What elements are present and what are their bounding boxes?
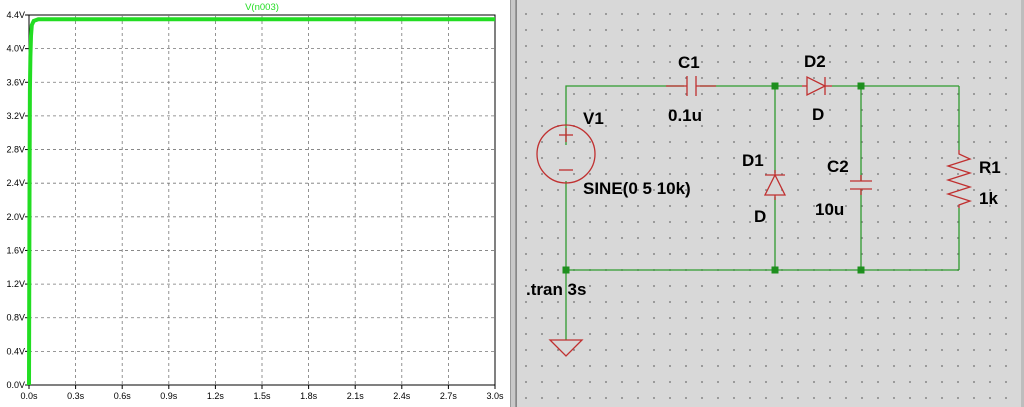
r1-name-label[interactable]: R1 xyxy=(979,158,1001,177)
x-tick-label: 0.6s xyxy=(114,391,132,401)
x-tick-label: 2.4s xyxy=(393,391,411,401)
y-tick-label: 1.6V xyxy=(6,245,25,255)
d2-value-label[interactable]: D xyxy=(812,105,824,124)
c1-value-label[interactable]: 0.1u xyxy=(668,106,702,125)
junction-dot xyxy=(771,82,779,90)
y-tick-label: 2.4V xyxy=(6,178,25,188)
x-tick-label: 2.7s xyxy=(440,391,458,401)
y-tick-label: 4.0V xyxy=(6,44,25,54)
y-tick-label: 2.8V xyxy=(6,145,25,155)
c1-capacitor-symbol[interactable] xyxy=(666,76,716,96)
y-tick-label: 2.0V xyxy=(6,212,25,222)
y-tick-label: 1.2V xyxy=(6,279,25,289)
x-tick-label: 1.8s xyxy=(300,391,318,401)
v1-source-symbol[interactable] xyxy=(536,124,596,184)
d2-diode-symbol[interactable] xyxy=(802,75,832,97)
v1-value-label[interactable]: SINE(0 5 10k) xyxy=(583,179,691,198)
x-tick-label: 0.9s xyxy=(160,391,178,401)
x-tick-label: 1.5s xyxy=(253,391,271,401)
junction-dot xyxy=(857,266,865,274)
y-axis-ticks: 0.0V 0.4V 0.8V 1.2V 1.6V 2.0V 2.4V 2.8V 3.2V 3.6V… xyxy=(6,10,29,390)
junction-dot xyxy=(771,266,779,274)
schematic-editor[interactable]: V1 SINE(0 5 10k) C1 0.1u D2 D D1 D C2 10… xyxy=(516,0,1024,407)
y-tick-label: 0.8V xyxy=(6,313,25,323)
junction-dot xyxy=(857,82,865,90)
x-tick-label: 0.0s xyxy=(20,391,38,401)
y-tick-label: 3.2V xyxy=(6,111,25,121)
c1-name-label[interactable]: C1 xyxy=(678,53,700,72)
d1-diode-symbol[interactable] xyxy=(763,170,787,200)
x-axis-ticks: 0.0s 0.3s 0.6s 0.9s 1.2s 1.5s 1.8s 2.1s 2.4s 2.7s… xyxy=(20,385,504,401)
d1-name-label[interactable]: D1 xyxy=(742,151,764,170)
c2-value-label[interactable]: 10u xyxy=(815,200,844,219)
v1-name-label[interactable]: V1 xyxy=(583,109,604,128)
y-tick-label: 0.4V xyxy=(6,346,25,356)
x-tick-label: 3.0s xyxy=(486,391,504,401)
r1-value-label[interactable]: 1k xyxy=(979,189,998,208)
waveform-viewer[interactable]: V(n003) 0.0V 0.4V 0.8V 1.2V 1.6V 2.0V 2.4V 2.8V… xyxy=(0,0,512,407)
ground-symbol[interactable] xyxy=(548,339,584,357)
c2-name-label[interactable]: C2 xyxy=(827,157,849,176)
x-tick-label: 0.3s xyxy=(67,391,85,401)
d1-value-label[interactable]: D xyxy=(754,207,766,226)
y-tick-label: 3.6V xyxy=(6,77,25,87)
y-tick-label: 0.0V xyxy=(6,380,25,390)
r1-resistor-symbol[interactable] xyxy=(945,150,973,208)
d2-name-label[interactable]: D2 xyxy=(804,52,826,71)
trace-label[interactable]: V(n003) xyxy=(245,2,279,13)
c2-capacitor-symbol[interactable] xyxy=(850,175,872,195)
x-tick-label: 2.1s xyxy=(347,391,365,401)
x-tick-label: 1.2s xyxy=(207,391,225,401)
junction-dot xyxy=(562,266,570,274)
waveform-plot[interactable]: V(n003) 0.0V 0.4V 0.8V 1.2V 1.6V 2.0V 2.4V 2.8V… xyxy=(0,0,512,407)
spice-directive[interactable]: .tran 3s xyxy=(526,280,586,299)
y-tick-label: 4.4V xyxy=(6,10,25,20)
schematic-canvas[interactable]: V1 SINE(0 5 10k) C1 0.1u D2 D D1 D C2 10… xyxy=(516,0,1024,407)
